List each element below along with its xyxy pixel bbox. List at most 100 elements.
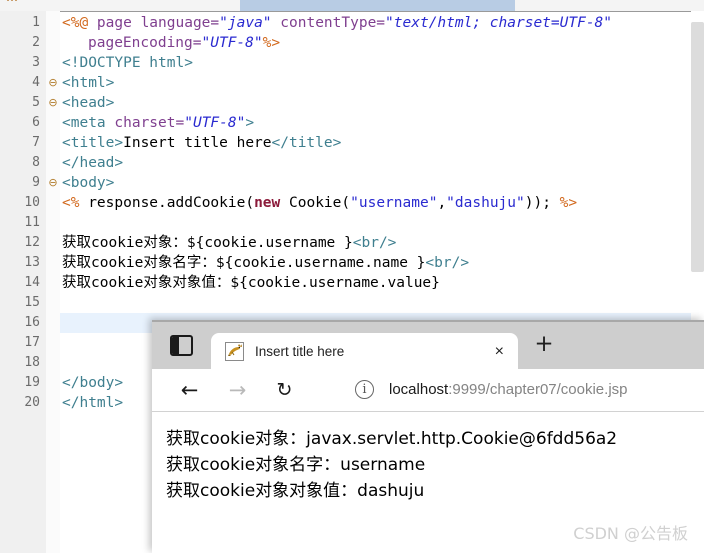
back-icon[interactable]: ← <box>176 377 203 404</box>
info-icon[interactable]: i <box>355 380 374 399</box>
code-token: <body> <box>62 175 115 191</box>
editor-tab-strip[interactable]: … <box>0 0 704 12</box>
line-number: 8 <box>32 155 40 170</box>
line-number: 14 <box>24 275 40 290</box>
code-token: "dashuju" <box>446 195 525 211</box>
browser-tab-title: Insert title here <box>255 344 345 359</box>
code-token: contentType= <box>280 15 386 31</box>
url-host: localhost <box>389 381 449 398</box>
close-icon[interactable]: × <box>495 333 504 371</box>
line-number: 6 <box>32 115 40 130</box>
code-line[interactable]: 获取cookie对象名字：${cookie.username.name }<br… <box>62 253 469 273</box>
code-token: <meta <box>62 115 115 131</box>
code-line[interactable]: </head> <box>62 153 123 173</box>
code-token: <%@ <box>62 15 97 31</box>
code-token: , <box>437 195 447 211</box>
line-number: 9 <box>32 175 40 190</box>
code-line[interactable]: pageEncoding="UTF-8"%> <box>88 33 280 53</box>
fold-toggle-icon[interactable]: ⊖ <box>47 173 59 193</box>
code-token: pageEncoding= <box>88 35 202 51</box>
line-number: 18 <box>24 355 40 370</box>
reload-icon[interactable]: ↻ <box>271 377 298 404</box>
line-number: 7 <box>32 135 40 150</box>
tomcat-cat-favicon <box>225 342 244 361</box>
code-token: "UTF-8" <box>184 115 246 131</box>
browser-toolbar[interactable]: ← → ↻ i localhost:9999/chapter07/cookie.… <box>152 369 704 411</box>
code-token: page <box>96 15 141 31</box>
code-line[interactable]: <body> <box>62 173 114 193</box>
browser-window[interactable]: Insert title here × + ← → ↻ i localhost:… <box>152 320 704 553</box>
code-token: "text/html; charset=UTF-8" <box>385 15 613 31</box>
code-token: </body> <box>62 375 124 391</box>
code-token: <!DOCTYPE html> <box>62 55 193 71</box>
code-token: new <box>254 195 281 211</box>
code-line[interactable]: </body> <box>62 373 123 393</box>
editor-tab-ghost-text: … <box>6 0 18 4</box>
code-token: 获取cookie对象名字：${cookie.username.name } <box>62 255 426 271</box>
code-token: Insert title here <box>123 135 272 151</box>
line-number: 15 <box>24 295 40 310</box>
code-token: 获取cookie对象：${cookie.username } <box>62 235 353 251</box>
line-number: 16 <box>24 315 40 330</box>
code-token: <br/> <box>425 255 470 271</box>
code-token: <% <box>62 195 89 211</box>
page-output-line: 获取cookie对象名字：username <box>166 455 426 475</box>
code-line[interactable]: <html> <box>62 73 114 93</box>
forward-icon: → <box>228 378 247 402</box>
code-line[interactable]: <%@ page language="java" contentType="te… <box>62 13 612 33</box>
code-token: </html> <box>62 395 124 411</box>
line-number: 5 <box>32 95 40 110</box>
code-token: Cookie( <box>280 195 351 211</box>
browser-page-content: 获取cookie对象：javax.servlet.http.Cookie@6fd… <box>152 412 704 553</box>
fold-toggle-icon[interactable]: ⊖ <box>47 93 59 113</box>
browser-tab[interactable]: Insert title here × <box>211 333 518 371</box>
code-token: )); <box>524 195 560 211</box>
fold-toggle-icon[interactable]: ⊖ <box>47 73 59 93</box>
page-output-line: 获取cookie对象对象值：dashuju <box>166 481 425 501</box>
code-token: "java" <box>219 15 272 31</box>
browser-tab-bar[interactable]: Insert title here × + <box>152 322 704 371</box>
line-number: 13 <box>24 255 40 270</box>
line-number: 1 <box>32 15 40 30</box>
editor-scrollbar-thumb[interactable] <box>691 22 704 272</box>
code-token: %> <box>262 35 281 51</box>
address-bar-url[interactable]: localhost:9999/chapter07/cookie.jsp <box>389 372 628 408</box>
code-token: <head> <box>62 95 115 111</box>
code-token: %> <box>559 195 578 211</box>
line-number: 19 <box>24 375 40 390</box>
line-number: 11 <box>24 215 40 230</box>
url-path: :9999/chapter07/cookie.jsp <box>448 381 628 398</box>
line-number: 4 <box>32 75 40 90</box>
code-token: </title> <box>271 135 342 151</box>
code-token: </head> <box>62 155 124 171</box>
code-token: "UTF-8" <box>201 35 263 51</box>
code-line[interactable]: <% response.addCookie(new Cookie("userna… <box>62 193 577 213</box>
new-tab-button[interactable]: + <box>530 330 558 358</box>
code-token: <br/> <box>352 235 397 251</box>
code-line[interactable]: <meta charset="UTF-8"> <box>62 113 254 133</box>
page-output-line: 获取cookie对象：javax.servlet.http.Cookie@6fd… <box>166 429 618 449</box>
collections-icon-inner <box>172 337 179 354</box>
code-line[interactable]: 获取cookie对象对象值：${cookie.username.value} <box>62 273 440 293</box>
code-line[interactable]: 获取cookie对象：${cookie.username }<br/> <box>62 233 396 253</box>
csdn-watermark: CSDN @公告板 <box>573 524 688 543</box>
code-line[interactable]: <!DOCTYPE html> <box>62 53 193 73</box>
code-token: response.addCookie( <box>88 195 255 211</box>
code-token: <html> <box>62 75 115 91</box>
code-line[interactable]: <title>Insert title here</title> <box>62 133 341 153</box>
code-token: language= <box>140 15 220 31</box>
line-number: 20 <box>24 395 40 410</box>
line-number: 10 <box>24 195 40 210</box>
address-bar[interactable]: i localhost:9999/chapter07/cookie.jsp <box>334 372 704 408</box>
line-number: 2 <box>32 35 40 50</box>
code-token: <title> <box>62 135 124 151</box>
line-number: 17 <box>24 335 40 350</box>
code-line[interactable]: <head> <box>62 93 114 113</box>
code-token: > <box>245 115 255 131</box>
editor-active-tab[interactable] <box>240 0 515 11</box>
code-token: charset= <box>114 115 185 131</box>
line-number: 3 <box>32 55 40 70</box>
code-line[interactable]: </html> <box>62 393 123 413</box>
collections-icon[interactable] <box>170 335 195 359</box>
